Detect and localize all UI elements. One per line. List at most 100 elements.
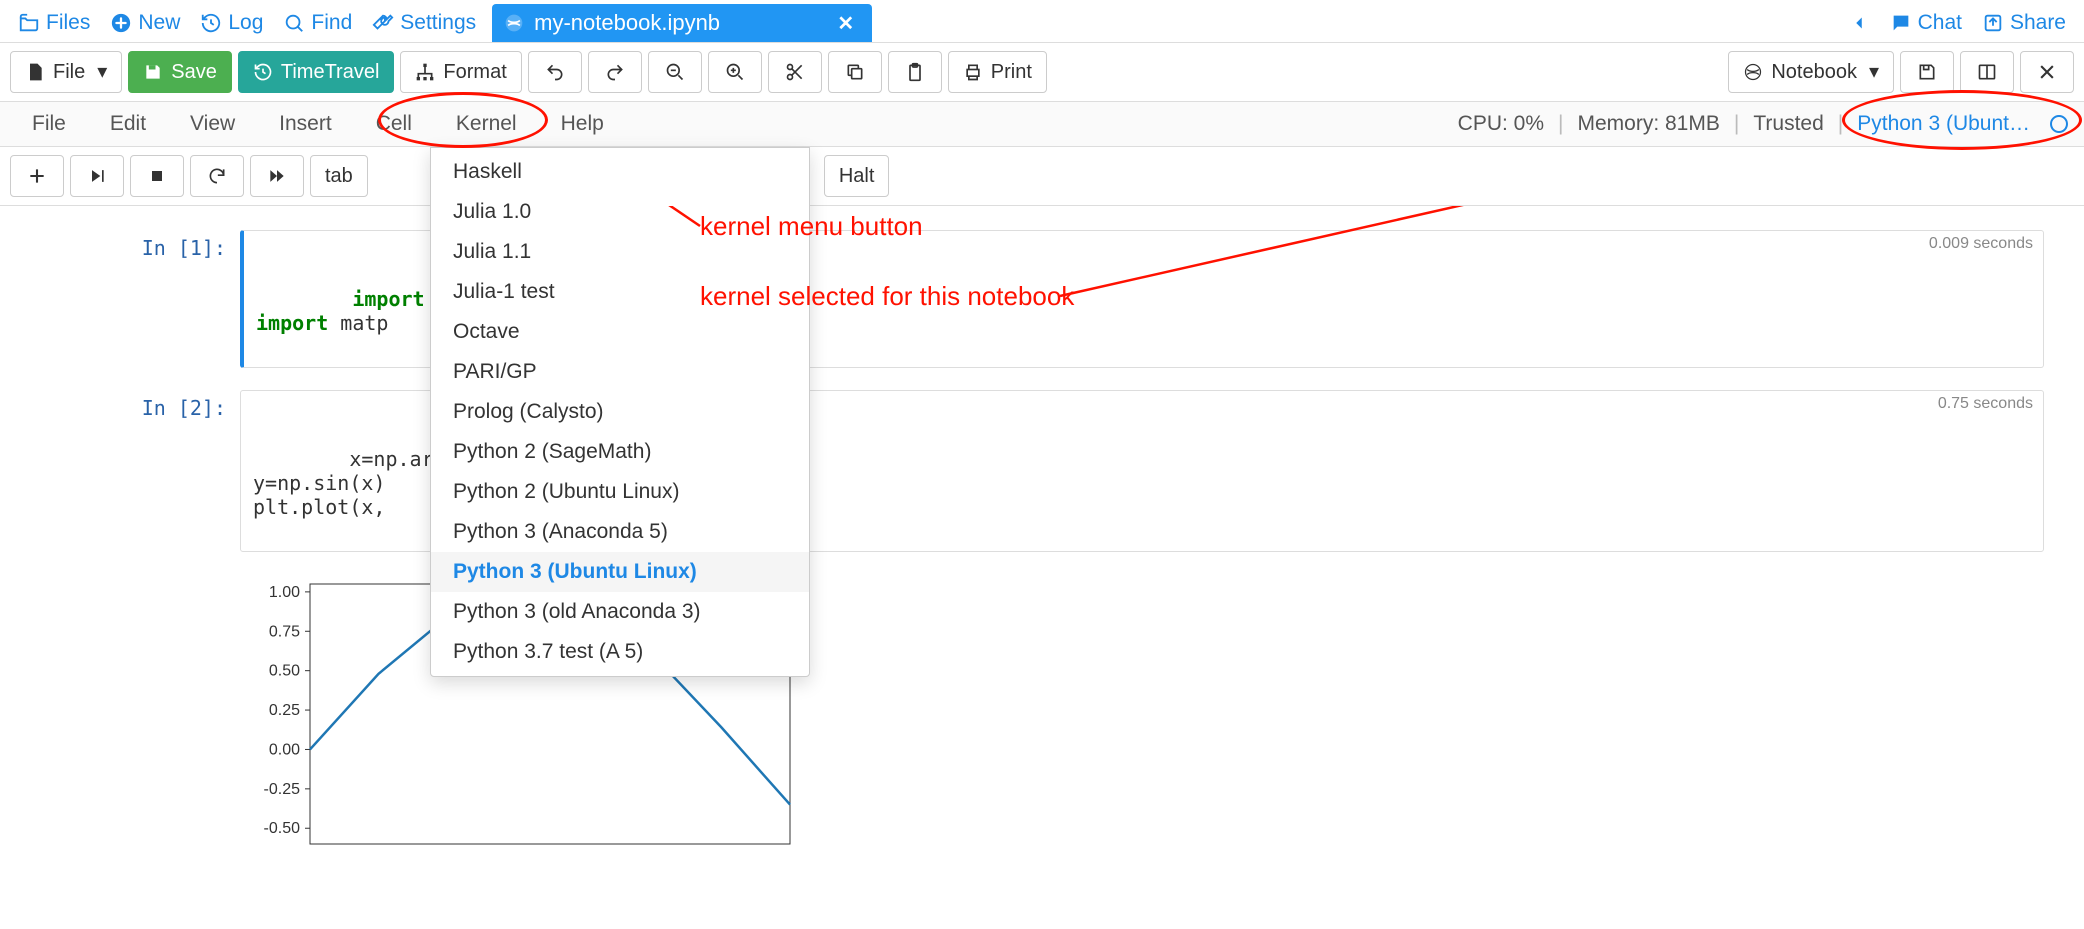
document-tab[interactable]: my-notebook.ipynb ✕ xyxy=(492,4,872,42)
kernel-option[interactable]: Python 2 (Ubuntu Linux) xyxy=(431,472,809,512)
history-icon xyxy=(253,62,273,82)
copy-icon xyxy=(845,62,865,82)
app-tab-row: Files New Log Find Settings my-notebook.… xyxy=(0,0,2084,43)
cut-button[interactable] xyxy=(768,51,822,93)
redo-button[interactable] xyxy=(588,51,642,93)
kernel-option[interactable]: Octave xyxy=(431,312,809,352)
timetravel-button[interactable]: TimeTravel xyxy=(238,51,395,93)
step-forward-icon xyxy=(87,166,107,186)
svg-text:0.25: 0.25 xyxy=(269,702,300,719)
stop-button[interactable] xyxy=(130,155,184,197)
tab-button-label: tab xyxy=(325,162,353,190)
caret-down-icon: ▾ xyxy=(1869,58,1879,86)
file-menu-button[interactable]: File ▾ xyxy=(10,51,122,93)
zoom-out-icon xyxy=(665,62,685,82)
files-link[interactable]: Files xyxy=(8,5,100,41)
kernel-indicator[interactable]: Python 3 (Ubunt… xyxy=(1857,112,2030,136)
menu-file[interactable]: File xyxy=(10,102,88,146)
kernel-option[interactable]: Prolog (Calysto) xyxy=(431,392,809,432)
columns-icon xyxy=(1977,62,1997,82)
cell-timing: 0.75 seconds xyxy=(1938,395,2033,413)
notebook-menubar: File Edit View Insert Cell Kernel Help C… xyxy=(0,102,2084,147)
notebook-body: kernel menu button kernel selected for t… xyxy=(0,206,2084,883)
log-link[interactable]: Log xyxy=(190,5,273,41)
run-cell-button[interactable] xyxy=(70,155,124,197)
share-link[interactable]: Share xyxy=(1972,5,2076,41)
menu-insert[interactable]: Insert xyxy=(257,102,354,146)
save-icon xyxy=(1917,62,1937,82)
plus-circle-icon xyxy=(110,12,132,34)
insert-cell-button[interactable] xyxy=(10,155,64,197)
kernel-option[interactable]: Julia 1.1 xyxy=(431,232,809,272)
zoom-in-button[interactable] xyxy=(708,51,762,93)
share-icon xyxy=(1982,12,2004,34)
print-button[interactable]: Print xyxy=(948,51,1047,93)
menu-help[interactable]: Help xyxy=(539,102,626,146)
kernel-option[interactable]: Python 2 (SageMath) xyxy=(431,432,809,472)
code-cell[interactable]: In [1]: 0.009 seconds import nump import… xyxy=(40,230,2044,368)
fast-forward-icon xyxy=(267,166,287,186)
menu-cell[interactable]: Cell xyxy=(354,102,434,146)
notebook-menu-label: Notebook xyxy=(1771,58,1857,86)
back-link[interactable] xyxy=(1838,6,1880,40)
code-cell[interactable]: In [2]: 0.75 seconds x=np.arange y=np.si… xyxy=(40,390,2044,552)
undo-button[interactable] xyxy=(528,51,582,93)
split-view-button[interactable] xyxy=(1960,51,2014,93)
caret-down-icon: ▾ xyxy=(97,58,107,86)
paste-button[interactable] xyxy=(888,51,942,93)
kernel-option[interactable]: Python 3 (Ubuntu Linux) xyxy=(431,552,809,592)
settings-link[interactable]: Settings xyxy=(362,5,486,41)
find-link[interactable]: Find xyxy=(273,5,362,41)
kernel-option[interactable]: Python 3.7 test (A 5) xyxy=(431,632,809,672)
document-title: my-notebook.ipynb xyxy=(534,10,823,36)
kernel-option[interactable]: Haskell xyxy=(431,152,809,192)
history-icon xyxy=(200,12,222,34)
cell-prompt: In [1]: xyxy=(40,230,240,368)
chat-link[interactable]: Chat xyxy=(1880,5,1972,41)
trusted-badge[interactable]: Trusted xyxy=(1753,112,1823,136)
caret-left-icon xyxy=(1848,12,1870,34)
kernel-option[interactable]: Python 3 (old Anaconda 3) xyxy=(431,592,809,632)
new-link-label: New xyxy=(138,11,180,35)
printer-icon xyxy=(963,62,983,82)
menu-edit[interactable]: Edit xyxy=(88,102,168,146)
halt-button[interactable]: Halt xyxy=(824,155,890,197)
cpu-status: CPU: 0% xyxy=(1458,112,1544,136)
kernel-option[interactable]: PARI/GP xyxy=(431,352,809,392)
format-button[interactable]: Format xyxy=(400,51,521,93)
kernel-option[interactable]: Julia-1 test xyxy=(431,272,809,312)
close-tab-icon[interactable]: ✕ xyxy=(833,11,858,36)
plus-icon xyxy=(27,166,47,186)
tab-button[interactable]: tab xyxy=(310,155,368,197)
zoom-in-icon xyxy=(725,62,745,82)
menu-view[interactable]: View xyxy=(168,102,257,146)
restart-kernel-button[interactable] xyxy=(190,155,244,197)
scissors-icon xyxy=(785,62,805,82)
kernel-submenu: HaskellJulia 1.0Julia 1.1Julia-1 testOct… xyxy=(430,147,810,677)
zoom-out-button[interactable] xyxy=(648,51,702,93)
redo-icon xyxy=(605,62,625,82)
close-button[interactable] xyxy=(2020,51,2074,93)
notebook-actionbar: tab Halt HaskellJulia 1.0Julia 1.1Julia-… xyxy=(0,147,2084,206)
log-link-label: Log xyxy=(228,11,263,35)
memory-status: Memory: 81MB xyxy=(1578,112,1720,136)
cell-timing: 0.009 seconds xyxy=(1929,235,2033,253)
svg-text:1.00: 1.00 xyxy=(269,584,300,601)
kernel-option[interactable]: Python 3 (Anaconda 5) xyxy=(431,512,809,552)
cell-prompt: In [2]: xyxy=(40,390,240,552)
save-button[interactable]: Save xyxy=(128,51,232,93)
save-icon-button[interactable] xyxy=(1900,51,1954,93)
notebook-menu-button[interactable]: Notebook ▾ xyxy=(1728,51,1894,93)
new-link[interactable]: New xyxy=(100,5,190,41)
run-all-button[interactable] xyxy=(250,155,304,197)
sitemap-icon xyxy=(415,62,435,82)
menu-kernel[interactable]: Kernel xyxy=(434,102,539,146)
file-menu-label: File xyxy=(53,58,85,86)
close-icon xyxy=(2037,62,2057,82)
copy-button[interactable] xyxy=(828,51,882,93)
wrench-icon xyxy=(372,12,394,34)
kernel-option[interactable]: Julia 1.0 xyxy=(431,192,809,232)
print-button-label: Print xyxy=(991,58,1032,86)
svg-text:0.00: 0.00 xyxy=(269,741,300,758)
refresh-icon xyxy=(207,166,227,186)
